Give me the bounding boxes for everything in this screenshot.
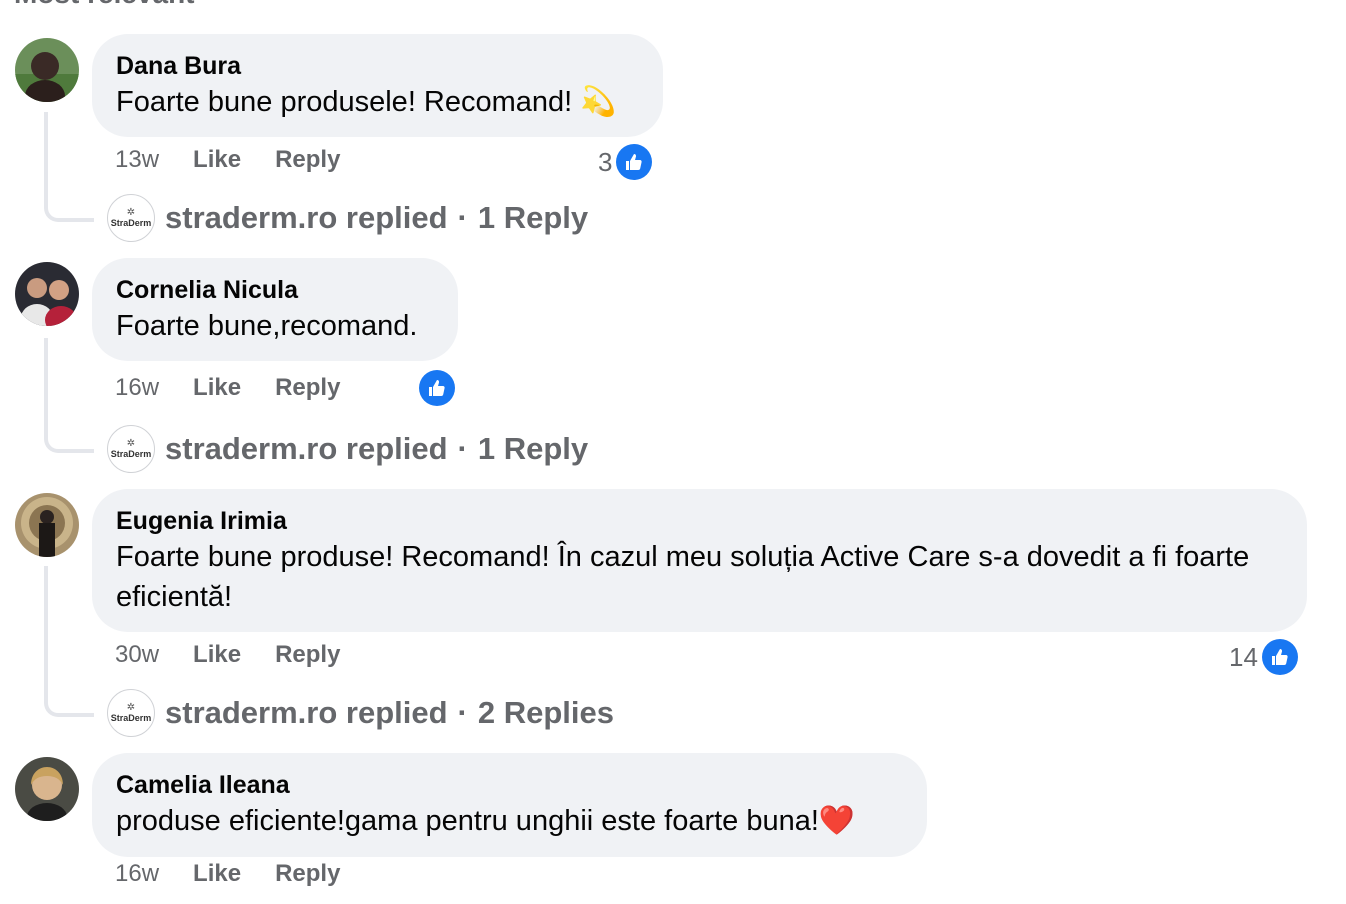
separator-dot: ·	[457, 200, 468, 235]
thread-connector	[44, 338, 94, 453]
comment-bubble: Camelia Ileana produse eficiente!gama pe…	[92, 753, 927, 857]
comment-timestamp[interactable]: 16w	[115, 374, 159, 402]
comment-text: Foarte bune produse! Recomand! În cazul …	[116, 541, 1250, 613]
page-avatar: ✲ StraDerm	[107, 194, 155, 242]
comment-bubble: Eugenia Irimia Foarte bune produse! Reco…	[92, 489, 1307, 632]
reply-count: 1 Reply	[477, 431, 589, 466]
like-button[interactable]: Like	[193, 374, 241, 402]
replies-link[interactable]: ✲ StraDerm straderm.ro replied · 1 Reply	[107, 194, 588, 242]
page-logo-icon: ✲	[126, 702, 136, 713]
comment-timestamp[interactable]: 30w	[115, 641, 159, 669]
reaction-summary[interactable]: 3	[598, 144, 653, 180]
reply-button[interactable]: Reply	[275, 860, 340, 888]
comment-author[interactable]: Dana Bura	[116, 50, 639, 82]
reaction-count: 14	[1229, 641, 1258, 672]
thread-connector	[44, 112, 94, 222]
comment-timestamp[interactable]: 16w	[115, 860, 159, 888]
reply-count: 1 Reply	[477, 200, 589, 235]
replied-by-text: straderm.ro replied	[165, 695, 448, 730]
page-logo-icon: ✲	[126, 207, 136, 218]
page-avatar: ✲ StraDerm	[107, 425, 155, 473]
thumbs-up-icon	[616, 144, 653, 180]
reaction-summary[interactable]	[419, 370, 455, 406]
reply-button[interactable]: Reply	[275, 641, 340, 669]
avatar[interactable]	[15, 757, 79, 821]
separator-dot: ·	[457, 695, 468, 730]
replies-link[interactable]: ✲ StraDerm straderm.ro replied · 1 Reply	[107, 425, 588, 473]
comment-text: produse eficiente!gama pentru unghii est…	[116, 805, 856, 837]
comment-bubble: Dana Bura Foarte bune produsele! Recoman…	[92, 34, 663, 137]
thumbs-up-icon	[1261, 639, 1298, 675]
comment-author[interactable]: Eugenia Irimia	[116, 505, 1283, 537]
avatar[interactable]	[15, 262, 79, 326]
page-logo-icon: ✲	[126, 438, 136, 449]
replied-by-text: straderm.ro replied	[165, 200, 448, 235]
thread-connector	[44, 566, 94, 717]
reaction-count: 3	[598, 146, 613, 177]
comment-timestamp[interactable]: 13w	[115, 146, 159, 174]
like-button[interactable]: Like	[193, 641, 241, 669]
like-button[interactable]: Like	[193, 860, 241, 888]
thumbs-up-icon	[419, 370, 455, 406]
comment-actions: 16w Like Reply	[115, 374, 340, 402]
reaction-summary[interactable]: 14	[1229, 639, 1298, 675]
separator-dot: ·	[457, 431, 468, 466]
reply-button[interactable]: Reply	[275, 374, 340, 402]
avatar[interactable]	[15, 38, 79, 102]
page-avatar: ✲ StraDerm	[107, 689, 155, 737]
like-button[interactable]: Like	[193, 146, 241, 174]
sort-heading[interactable]: Most relevant	[14, 0, 195, 10]
reply-count: 2 Replies	[477, 695, 614, 730]
comment-actions: 13w Like Reply	[115, 146, 340, 174]
comment-actions: 30w Like Reply	[115, 641, 340, 669]
comment-bubble: Cornelia Nicula Foarte bune,recomand.	[92, 258, 458, 361]
comment-author[interactable]: Cornelia Nicula	[116, 274, 434, 306]
avatar[interactable]	[15, 493, 79, 557]
comment-author[interactable]: Camelia Ileana	[116, 769, 903, 801]
reply-button[interactable]: Reply	[275, 146, 340, 174]
replies-link[interactable]: ✲ StraDerm straderm.ro replied · 2 Replie…	[107, 689, 614, 737]
comment-actions: 16w Like Reply	[115, 860, 340, 888]
replied-by-text: straderm.ro replied	[165, 431, 448, 466]
comment-text: Foarte bune produsele! Recomand! 💫	[116, 86, 617, 118]
comment-text: Foarte bune,recomand.	[116, 310, 418, 342]
